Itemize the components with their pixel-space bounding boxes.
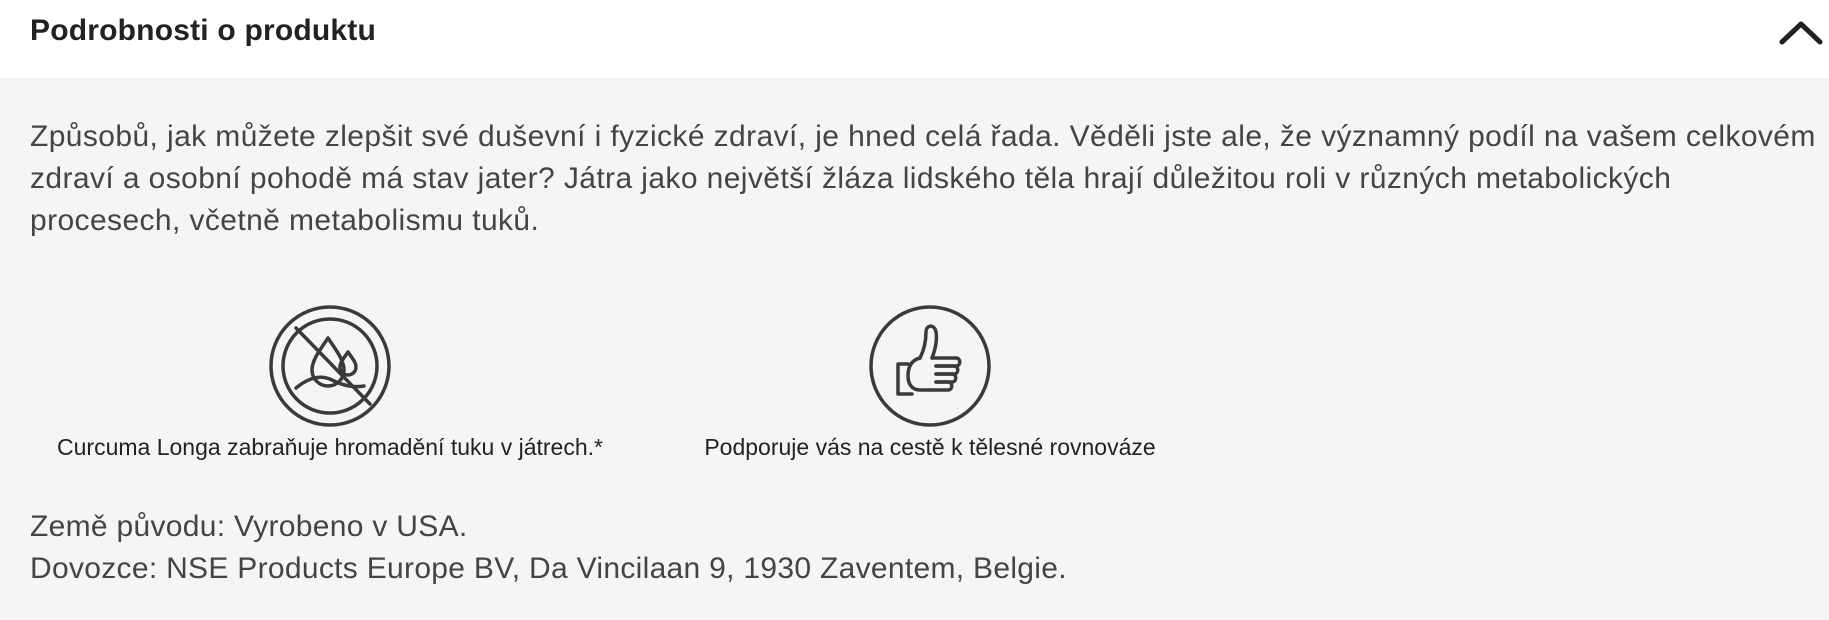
thumbs-up-icon bbox=[869, 305, 991, 427]
no-fat-drops-icon bbox=[269, 305, 391, 427]
country-of-origin: Země původu: Vyrobeno v USA. bbox=[30, 510, 468, 543]
product-description: Způsobů, jak můžete zlepšit své duševní … bbox=[30, 120, 1816, 237]
accordion-content: Způsobů, jak můžete zlepšit své duševní … bbox=[0, 78, 1829, 620]
feature-caption: Podporuje vás na cestě k tělesné rovnová… bbox=[704, 434, 1156, 460]
feature-caption: Curcuma Longa zabraňuje hromadění tuku v… bbox=[57, 434, 603, 460]
accordion-header[interactable]: Podrobnosti o produktu bbox=[0, 0, 1829, 78]
importer-info: Dovozce: NSE Products Europe BV, Da Vinc… bbox=[30, 552, 1067, 585]
chevron-up-icon[interactable] bbox=[1778, 14, 1824, 48]
feature-item: Podporuje vás na cestě k tělesné rovnová… bbox=[630, 304, 1230, 461]
accordion-title: Podrobnosti o produktu bbox=[30, 14, 377, 47]
feature-item: Curcuma Longa zabraňuje hromadění tuku v… bbox=[30, 304, 630, 461]
